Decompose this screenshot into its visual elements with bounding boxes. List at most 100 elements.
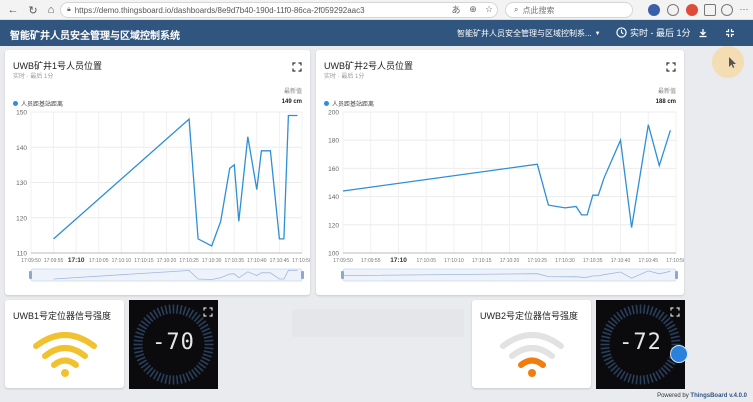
gauge-segment (646, 374, 650, 384)
gauge-segment (185, 372, 191, 382)
search-icon: ⌕ (514, 5, 519, 14)
series-line (53, 114, 298, 247)
gauge-segment (152, 309, 159, 319)
gauge-segment (635, 304, 639, 314)
gauge-segment (635, 375, 639, 385)
gauge-segment (655, 370, 662, 380)
gauge-segment (175, 304, 179, 314)
widget-title: UWB1号定位器信号强度 (13, 311, 112, 321)
x-tick-label: 17:10:05 (89, 258, 109, 264)
collections-icon[interactable] (704, 4, 716, 16)
account-icon[interactable] (721, 4, 733, 16)
gauge-segment (652, 372, 658, 382)
back-icon[interactable]: ← (6, 3, 20, 17)
extension-icon[interactable]: ⊕ (467, 3, 479, 15)
lock-icon: 🔒︎ (67, 6, 71, 13)
y-tick-label: 160 (328, 166, 339, 173)
chart-widget-2: UWB矿井2号人员位置 实时 · 最后 1分 最新值 人员距基站距离 188 c… (316, 50, 684, 295)
clock-icon (616, 27, 627, 38)
favorite-star-icon[interactable]: ☆ (483, 3, 495, 15)
x-tick-label: 17:10 (390, 257, 407, 264)
x-tick-label: 17:10:10 (444, 258, 464, 264)
y-tick-label: 120 (328, 222, 339, 229)
help-fab-button[interactable] (670, 345, 688, 363)
x-tick-label: 17:10:15 (472, 258, 492, 264)
search-placeholder: 点此搜索 (522, 5, 555, 15)
footer-powered-by: Powered by ThingsBoard v.4.0.0 (657, 393, 747, 399)
dashboard-title: 智能矿井人员安全管理与区域控制系统 (10, 31, 180, 42)
state-selector[interactable]: 智能矿井人员安全管理与区域控制系... ▼ (457, 28, 601, 39)
gauge-segment (164, 374, 168, 384)
gauge-segment (627, 373, 632, 383)
gauge-segment (188, 309, 195, 319)
gauge-segment (623, 372, 629, 382)
fullscreen-exit-icon[interactable] (723, 26, 737, 40)
line-chart-2[interactable]: 100 120 140 160 180 200 17:09:50 17:09:55 17:10 1… (316, 50, 684, 295)
x-tick-label: 17:10:40 (611, 258, 631, 264)
loading-placeholder (292, 309, 464, 337)
x-tick-label: 17:10:50 (292, 258, 310, 264)
footer-brand[interactable]: ThingsBoard (690, 393, 727, 399)
gauge-segment (160, 306, 165, 316)
gauge-segment (188, 370, 195, 380)
chart-widget-1: UWB矿井1号人员位置 实时 · 最后 1分 最新值 人员距基站距离 149 c… (5, 50, 310, 295)
signal-widget-1: UWB1号定位器信号强度 (5, 300, 124, 388)
profile-icon[interactable] (648, 4, 660, 16)
browser-toolbar: ← ↻ ⌂ 🔒︎ https://demo.thingsboard.io/das… (0, 0, 753, 20)
gauge-segment (631, 374, 635, 384)
gauge-segment (199, 323, 209, 330)
caret-down-icon: ▼ (594, 30, 601, 37)
dashboard-toolbar: 智能矿井人员安全管理与区域控制系统 智能矿井人员安全管理与区域控制系... ▼ … (0, 20, 753, 46)
gauge-segment (175, 375, 179, 385)
gauge-segment (182, 373, 187, 383)
timewindow-selector[interactable]: 实时 - 最后 1分 (616, 26, 691, 39)
x-tick-label: 17:10:35 (583, 258, 603, 264)
reload-icon[interactable]: ↻ (26, 3, 40, 17)
widget-title: UWB2号定位器信号强度 (480, 311, 579, 321)
gauge-segment (623, 307, 629, 317)
floating-action-button[interactable] (712, 46, 744, 78)
timewindow-label: 实时 - 最后 1分 (630, 28, 691, 38)
gauge-segment (627, 306, 632, 316)
x-tick-label: 17:10:15 (134, 258, 154, 264)
gauge-segment (138, 359, 148, 366)
extension-badge-icon[interactable] (686, 4, 698, 16)
zoom-handle-left (341, 271, 344, 279)
x-tick-label: 17:10:30 (555, 258, 575, 264)
gauge-segment (138, 323, 148, 330)
gauge-segment (642, 304, 646, 314)
gauge-segment (649, 373, 654, 383)
url-text: https://demo.thingsboard.io/dashboards/8… (74, 5, 365, 15)
zoom-handle-right (301, 271, 304, 279)
home-icon[interactable]: ⌂ (44, 3, 58, 17)
address-bar[interactable]: 🔒︎ https://demo.thingsboard.io/dashboard… (60, 2, 498, 18)
x-tick-label: 17:10:20 (157, 258, 177, 264)
translate-icon[interactable]: あ (450, 3, 462, 15)
gauge-segment (603, 356, 613, 362)
digital-gauge-1: -70 (129, 300, 218, 389)
gauge-segment (631, 305, 635, 315)
signal-widget-2: UWB2号定位器信号强度 (472, 300, 591, 388)
x-tick-label: 17:10:35 (225, 258, 245, 264)
y-tick-label: 200 (328, 110, 339, 117)
gauge-segment (646, 305, 650, 315)
x-tick-label: 17:09:55 (44, 258, 64, 264)
line-chart-1[interactable]: 110 120 130 140 150 17:09:50 17:09:55 17:10 17:1… (5, 50, 310, 295)
zoom-handle-right (675, 271, 678, 279)
sync-icon[interactable] (667, 4, 679, 16)
gauge-segment (655, 309, 662, 319)
x-tick-label: 17:09:55 (361, 258, 381, 264)
gauge-segment (179, 305, 183, 315)
gauge-segment (168, 375, 172, 385)
cursor-icon (729, 57, 736, 68)
state-selector-label: 智能矿井人员安全管理与区域控制系... (457, 29, 592, 38)
x-tick-label: 17:10:25 (528, 258, 548, 264)
more-menu-icon[interactable]: ⋯ (738, 3, 750, 15)
gauge-segment (136, 356, 146, 362)
gauge-segment (642, 375, 646, 385)
download-icon[interactable] (696, 26, 710, 40)
browser-search-input[interactable]: ⌕ 点此搜索 (505, 2, 633, 18)
gauge-segment (182, 306, 187, 316)
y-tick-label: 140 (328, 194, 339, 201)
x-tick-label: 17:10 (68, 257, 85, 264)
